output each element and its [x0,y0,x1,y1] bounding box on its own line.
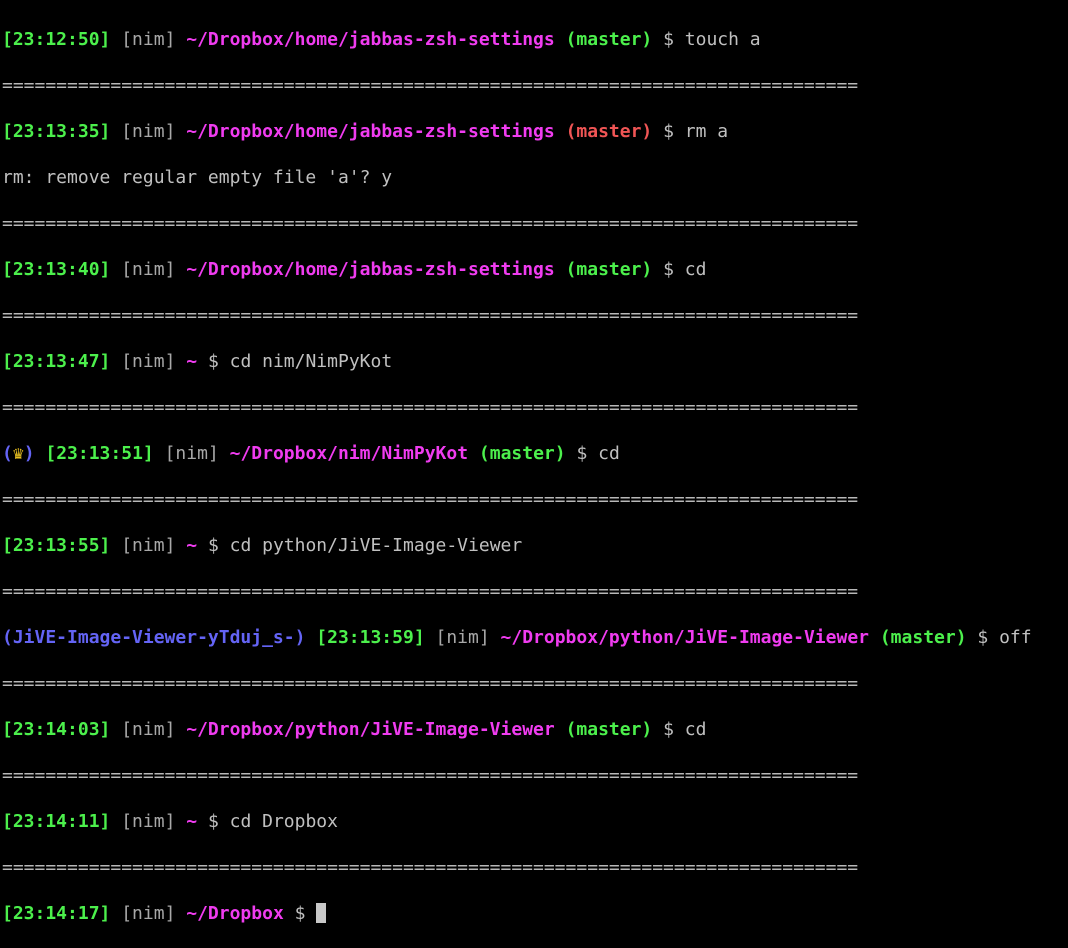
git-branch: (master) [565,259,653,280]
crown-icon: ♛ [12,443,24,464]
prompt-line: (JiVE-Image-Viewer-yTduj_s-) [23:13:59] … [2,626,1068,649]
command: $ cd python/JiVE-Image-Viewer [207,535,523,556]
git-branch-dirty: (master) [565,121,653,142]
cwd: ~/Dropbox [186,903,284,924]
timestamp: [23:13:51] [45,443,154,464]
prompt-line: [23:14:03] [nim] ~/Dropbox/python/JiVE-I… [2,718,1068,741]
user: [nim] [121,719,176,740]
env-open: ( [2,443,13,464]
active-prompt-line[interactable]: [23:14:17] [nim] ~/Dropbox $ [2,902,1068,925]
command: $ cd [576,443,620,464]
separator: ========================================… [2,75,859,96]
timestamp: [23:13:59] [316,627,425,648]
separator: ========================================… [2,857,859,878]
cwd: ~/Dropbox/python/JiVE-Image-Viewer [500,627,869,648]
command: $ cd Dropbox [207,811,338,832]
cursor[interactable] [316,903,327,923]
separator: ========================================… [2,397,859,418]
cwd: ~/Dropbox/home/jabbas-zsh-settings [186,29,555,50]
prompt-line: [23:14:11] [nim] ~ $ cd Dropbox [2,810,1068,833]
command: $ cd [663,719,707,740]
git-branch: (master) [879,627,967,648]
cwd: ~ [186,535,198,556]
separator: ========================================… [2,489,859,510]
cwd: ~/Dropbox/home/jabbas-zsh-settings [186,259,555,280]
user: [nim] [121,351,176,372]
git-branch: (master) [565,719,653,740]
prompt-line: [23:12:50] [nim] ~/Dropbox/home/jabbas-z… [2,28,1068,51]
command: $ off [977,627,1032,648]
command: $ cd nim/NimPyKot [207,351,393,372]
timestamp: [23:13:40] [2,259,111,280]
user: [nim] [435,627,490,648]
separator: ========================================… [2,213,859,234]
timestamp: [23:12:50] [2,29,111,50]
prompt-line: [23:13:55] [nim] ~ $ cd python/JiVE-Imag… [2,534,1068,557]
separator: ========================================… [2,581,859,602]
command: $ cd [663,259,707,280]
separator: ========================================… [2,765,859,786]
user: [nim] [121,29,176,50]
user: [nim] [121,535,176,556]
cwd: ~/Dropbox/home/jabbas-zsh-settings [186,121,555,142]
timestamp: [23:13:55] [2,535,111,556]
command: $ rm a [663,121,729,142]
separator: ========================================… [2,305,859,326]
git-branch: (master) [565,29,653,50]
prompt-line: [23:13:47] [nim] ~ $ cd nim/NimPyKot [2,350,1068,373]
user: [nim] [121,121,176,142]
user: [nim] [121,259,176,280]
git-branch: (master) [478,443,566,464]
command: $ [294,903,317,924]
command-output: rm: remove regular empty file 'a'? y [2,167,393,188]
user: [nim] [164,443,219,464]
user: [nim] [121,903,176,924]
timestamp: [23:14:11] [2,811,111,832]
timestamp: [23:13:35] [2,121,111,142]
cwd: ~/Dropbox/nim/NimPyKot [229,443,469,464]
cwd: ~/Dropbox/python/JiVE-Image-Viewer [186,719,555,740]
prompt-line: (♛) [23:13:51] [nim] ~/Dropbox/nim/NimPy… [2,442,1068,465]
user: [nim] [121,811,176,832]
cwd: ~ [186,351,198,372]
cwd: ~ [186,811,198,832]
prompt-line: [23:13:35] [nim] ~/Dropbox/home/jabbas-z… [2,120,1068,143]
timestamp: [23:14:17] [2,903,111,924]
command: $ touch a [663,29,761,50]
env-close: ) [23,443,35,464]
prompt-line: [23:13:40] [nim] ~/Dropbox/home/jabbas-z… [2,258,1068,281]
timestamp: [23:14:03] [2,719,111,740]
timestamp: [23:13:47] [2,351,111,372]
separator: ========================================… [2,673,859,694]
terminal[interactable]: [23:12:50] [nim] ~/Dropbox/home/jabbas-z… [0,0,1068,948]
virtualenv: (JiVE-Image-Viewer-yTduj_s-) [2,627,306,648]
